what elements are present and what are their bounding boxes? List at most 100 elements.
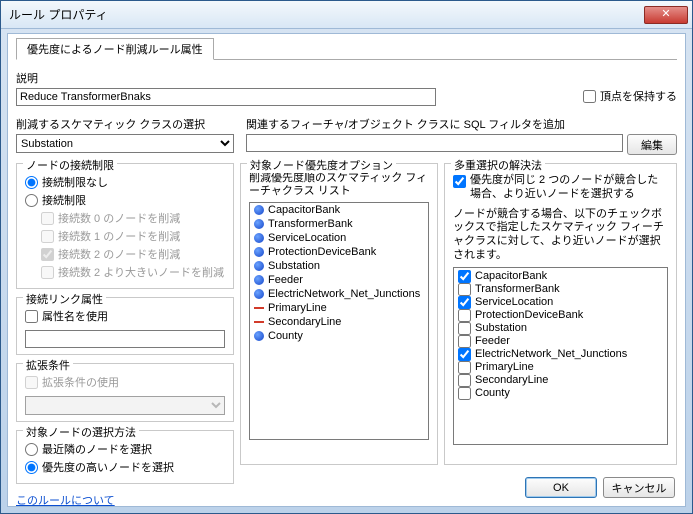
priority-legend: 対象ノード優先度オプション xyxy=(247,157,396,173)
conflict-item-checkbox[interactable] xyxy=(458,374,471,387)
tabstrip: 優先度によるノード削減ルール属性 xyxy=(16,38,677,60)
conn1-label: 接続数 1 のノードを削減 xyxy=(58,228,180,244)
keep-vertex-label: 頂点を保持する xyxy=(600,88,677,104)
tiebreak-checkbox[interactable] xyxy=(453,175,466,188)
conflict-item-label: Feeder xyxy=(475,335,510,347)
connlim-limit-label: 接続制限 xyxy=(42,192,86,208)
client-area: 優先度によるノード削減ルール属性 説明 頂点を保持する 削減するスケマティック … xyxy=(7,33,686,507)
priority-item[interactable]: ElectricNetwork_Net_Junctions xyxy=(250,287,428,301)
line-icon xyxy=(254,321,264,323)
ext-cond-legend: 拡張条件 xyxy=(23,357,73,373)
conflict-item-checkbox[interactable] xyxy=(458,309,471,322)
ext-cond-select xyxy=(25,396,225,415)
use-attr-label: 属性名を使用 xyxy=(42,308,108,324)
priority-item[interactable]: TransformerBank xyxy=(250,217,428,231)
conflict-item-label: TransformerBank xyxy=(475,283,560,295)
conflict-item[interactable]: CapacitorBank xyxy=(456,270,665,283)
priority-item[interactable]: County xyxy=(250,329,428,343)
priority-item-label: Substation xyxy=(268,260,320,272)
help-link[interactable]: このルールについて xyxy=(16,495,115,507)
target-method-legend: 対象ノードの選択方法 xyxy=(23,424,139,440)
schematic-class-select[interactable]: Substation xyxy=(16,134,234,153)
link-attr-legend: 接続リンク属性 xyxy=(23,291,106,307)
priority-item[interactable]: Feeder xyxy=(250,273,428,287)
conflict-item-checkbox[interactable] xyxy=(458,335,471,348)
cancel-button[interactable]: キャンセル xyxy=(603,477,675,498)
conflict-item[interactable]: TransformerBank xyxy=(456,283,665,296)
connection-limit-legend: ノードの接続制限 xyxy=(23,157,117,173)
conflict-item[interactable]: County xyxy=(456,387,665,400)
conn2-checkbox xyxy=(41,248,54,261)
priority-item-label: PrimaryLine xyxy=(268,302,327,314)
highprio-radio[interactable] xyxy=(25,461,38,474)
connlim-none-label: 接続制限なし xyxy=(42,174,108,190)
priority-item[interactable]: CapacitorBank xyxy=(250,203,428,217)
priority-list[interactable]: CapacitorBankTransformerBankServiceLocat… xyxy=(249,202,429,440)
conflict-item-label: SecondaryLine xyxy=(475,374,548,386)
conn3-label: 接続数 2 より大きいノードを削減 xyxy=(58,264,224,280)
conflict-item-checkbox[interactable] xyxy=(458,361,471,374)
conn0-label: 接続数 0 のノードを削減 xyxy=(58,210,180,226)
sql-edit-button[interactable]: 編集 xyxy=(627,134,677,155)
sql-filter-input[interactable] xyxy=(246,134,623,152)
priority-item[interactable]: ServiceLocation xyxy=(250,231,428,245)
window-title: ルール プロパティ xyxy=(9,6,644,23)
conflict-item[interactable]: SecondaryLine xyxy=(456,374,665,387)
conflict-item-checkbox[interactable] xyxy=(458,270,471,283)
conflict-item[interactable]: PrimaryLine xyxy=(456,361,665,374)
conflict-item[interactable]: ProtectionDeviceBank xyxy=(456,309,665,322)
conflict-item-label: CapacitorBank xyxy=(475,270,547,282)
conflict-item-checkbox[interactable] xyxy=(458,348,471,361)
attr-name-input xyxy=(25,330,225,348)
connlim-limit-radio[interactable] xyxy=(25,194,38,207)
dialog-footer: OK キャンセル xyxy=(525,477,675,498)
schematic-class-label: 削減するスケマティック クラスの選択 xyxy=(16,116,234,132)
priority-group: 対象ノード優先度オプション 削減優先度順のスケマティック フィーチャクラス リス… xyxy=(240,163,438,465)
ok-button[interactable]: OK xyxy=(525,477,597,498)
highprio-label: 優先度の高いノードを選択 xyxy=(42,459,174,475)
priority-item-label: County xyxy=(268,330,303,342)
titlebar: ルール プロパティ ✕ xyxy=(1,1,692,29)
line-icon xyxy=(254,307,264,309)
priority-sublabel: 削減優先度順のスケマティック フィーチャクラス リスト xyxy=(249,172,429,198)
priority-item[interactable]: SecondaryLine xyxy=(250,315,428,329)
dialog-window: ルール プロパティ ✕ 優先度によるノード削減ルール属性 説明 頂点を保持する … xyxy=(0,0,693,514)
conn3-checkbox xyxy=(41,266,54,279)
conflict-item-label: ElectricNetwork_Net_Junctions xyxy=(475,348,627,360)
priority-item[interactable]: ProtectionDeviceBank xyxy=(250,245,428,259)
conflict-item-label: ServiceLocation xyxy=(475,296,553,308)
description-label: 説明 xyxy=(16,70,571,86)
conflict-item-label: County xyxy=(475,387,510,399)
use-attr-checkbox[interactable] xyxy=(25,310,38,323)
priority-item-label: ServiceLocation xyxy=(268,232,346,244)
conflict-item[interactable]: ElectricNetwork_Net_Junctions xyxy=(456,348,665,361)
conflict-item-checkbox[interactable] xyxy=(458,387,471,400)
description-input[interactable] xyxy=(16,88,436,106)
sql-filter-label: 関連するフィーチャ/オブジェクト クラスに SQL フィルタを追加 xyxy=(246,116,677,132)
conflict-item-checkbox[interactable] xyxy=(458,283,471,296)
nearest-radio[interactable] xyxy=(25,443,38,456)
priority-item-label: Feeder xyxy=(268,274,303,286)
conn0-checkbox xyxy=(41,212,54,225)
ext-cond-label: 拡張条件の使用 xyxy=(42,374,119,390)
conflict-item[interactable]: Substation xyxy=(456,322,665,335)
priority-item[interactable]: PrimaryLine xyxy=(250,301,428,315)
nearest-label: 最近隣のノードを選択 xyxy=(42,441,152,457)
conflict-item-checkbox[interactable] xyxy=(458,296,471,309)
conflict-item[interactable]: ServiceLocation xyxy=(456,296,665,309)
priority-item-label: SecondaryLine xyxy=(268,316,341,328)
ext-cond-group: 拡張条件 拡張条件の使用 xyxy=(16,363,234,422)
priority-item-label: ElectricNetwork_Net_Junctions xyxy=(268,288,420,300)
priority-item[interactable]: Substation xyxy=(250,259,428,273)
target-method-group: 対象ノードの選択方法 最近隣のノードを選択 優先度の高いノードを選択 xyxy=(16,430,234,484)
link-attr-group: 接続リンク属性 属性名を使用 xyxy=(16,297,234,355)
tab-priority-rule[interactable]: 優先度によるノード削減ルール属性 xyxy=(16,38,214,60)
priority-item-label: CapacitorBank xyxy=(268,204,340,216)
close-button[interactable]: ✕ xyxy=(644,6,688,24)
conflict-item[interactable]: Feeder xyxy=(456,335,665,348)
conflict-item-checkbox[interactable] xyxy=(458,322,471,335)
connlim-none-radio[interactable] xyxy=(25,176,38,189)
keep-vertex-checkbox[interactable] xyxy=(583,90,596,103)
multi-legend: 多重選択の解決法 xyxy=(451,157,545,173)
conflict-class-list[interactable]: CapacitorBankTransformerBankServiceLocat… xyxy=(453,267,668,445)
